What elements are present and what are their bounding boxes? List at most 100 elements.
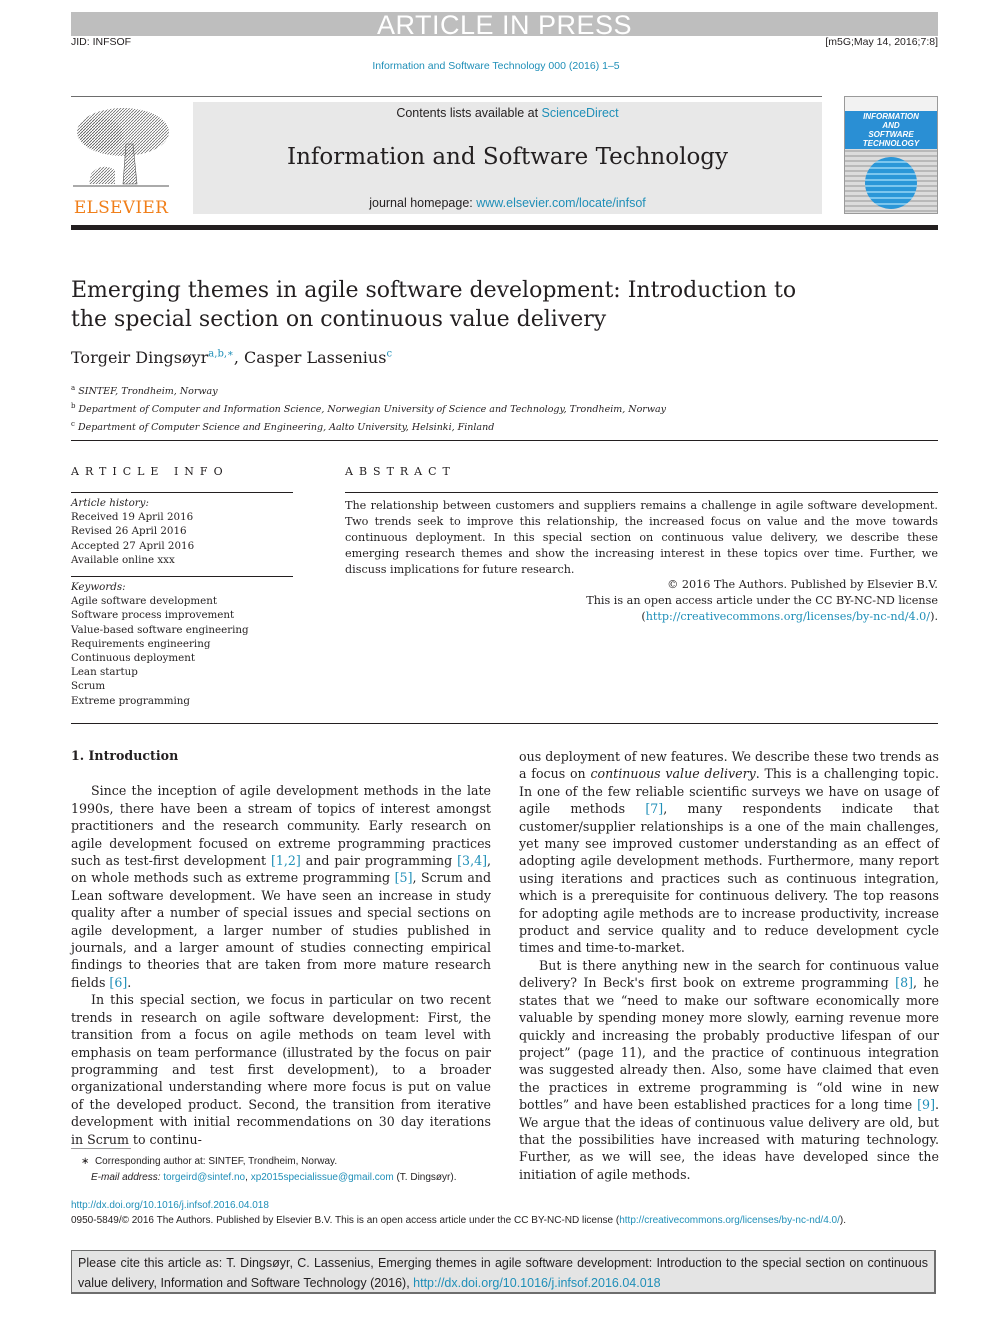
email-line: E-mail address: torgeird@sintef.no, xp20… [91, 1172, 457, 1183]
email-link[interactable]: xp2015specialissue@gmail.com [251, 1172, 394, 1183]
cover-line: SOFTWARE [868, 130, 914, 139]
body-paragraph: In this special section, we focus in par… [71, 992, 491, 1147]
footnote-rule [71, 1148, 131, 1149]
author-list: Torgeir Dingsøyra,b,∗, Casper Lasseniusc [71, 348, 392, 367]
affiliation-mark: a [71, 384, 76, 392]
divider [71, 723, 938, 724]
email-label: E-mail address: [91, 1172, 161, 1183]
cover-line: AND [882, 121, 900, 130]
affiliation-text: Department of Computer Science and Engin… [77, 422, 495, 434]
keyword-item: Continuous deployment [71, 652, 196, 665]
keyword-item: Lean startup [71, 666, 138, 679]
footnote-mark: ∗ [81, 1156, 90, 1167]
citation-ref-link[interactable]: [5] [395, 870, 413, 885]
masthead-top-rule [71, 96, 822, 97]
journal-homepage-link[interactable]: www.elsevier.com/locate/infsof [476, 196, 646, 210]
journal-id: JID: INFSOF [71, 36, 132, 48]
cover-line: TECHNOLOGY [862, 139, 920, 148]
doi-block: http://dx.doi.org/10.1016/j.infsof.2016.… [71, 1198, 938, 1228]
keywords-label: Keywords: [71, 581, 126, 593]
cover-line: INFORMATION [863, 112, 919, 121]
contents-line: Contents lists available at ScienceDirec… [193, 106, 822, 120]
body-column-right: ous deployment of new features. We descr… [519, 748, 939, 1183]
cover-title: INFORMATION AND SOFTWARE TECHNOLOGY [845, 111, 937, 149]
copyright-notice: © 2016 The Authors. Published by Elsevie… [586, 577, 938, 625]
affiliation-text: Department of Computer and Information S… [78, 404, 667, 416]
divider [71, 576, 293, 577]
masthead-bottom-rule [71, 225, 938, 230]
citation-ref-link[interactable]: [8] [895, 975, 913, 990]
affiliation-item: a SINTEF, Trondheim, Norway [71, 381, 666, 399]
homepage-line: journal homepage: www.elsevier.com/locat… [193, 196, 822, 210]
affiliation-list: a SINTEF, Trondheim, Norway b Department… [71, 381, 666, 435]
citation-ref-link[interactable]: [9] [917, 1097, 935, 1112]
contents-prefix: Contents lists available at [396, 106, 542, 120]
sciencedirect-link[interactable]: ScienceDirect [542, 106, 619, 120]
footnote: ∗ Corresponding author at: SINTEF, Trond… [71, 1154, 491, 1186]
citation-ref-link[interactable]: [6] [109, 975, 127, 990]
keywords: Keywords: Agile software development Sof… [71, 580, 249, 708]
license-link[interactable]: http://creativecommons.org/licenses/by-n… [646, 610, 930, 623]
keyword-item: Value-based software engineering [71, 623, 249, 636]
body-paragraph: But is there anything new in the search … [519, 957, 939, 1182]
history-item: Revised 26 April 2016 [71, 525, 187, 538]
author-name[interactable]: Torgeir Dingsøyr [71, 348, 208, 367]
corresponding-author-note: ∗ Corresponding author at: SINTEF, Trond… [71, 1154, 491, 1170]
citation-box: Please cite this article as: T. Dingsøyr… [71, 1250, 936, 1294]
license-link[interactable]: http://creativecommons.org/licenses/by-n… [619, 1215, 840, 1226]
history-label: Article history: [71, 497, 149, 509]
author-separator: , [233, 348, 244, 367]
license-link-line: (http://creativecommons.org/licenses/by-… [586, 609, 938, 625]
author-affiliation-marks[interactable]: c [386, 349, 392, 360]
copyright-line: © 2016 The Authors. Published by Elsevie… [667, 578, 938, 591]
paren: ). [839, 1215, 846, 1226]
author-affiliation-marks[interactable]: a,b,∗ [208, 349, 234, 360]
globe-icon [865, 157, 917, 209]
affiliation-item: c Department of Computer Science and Eng… [71, 417, 666, 435]
paren: ). [930, 610, 938, 623]
doi-link[interactable]: http://dx.doi.org/10.1016/j.infsof.2016.… [71, 1200, 269, 1211]
elsevier-tree-icon [73, 108, 169, 187]
cover-header [845, 97, 937, 111]
license-line: This is an open access article under the… [586, 594, 938, 607]
journal-reference-link[interactable]: Information and Software Technology 000 … [0, 60, 992, 72]
affiliation-text: SINTEF, Trondheim, Norway [78, 386, 218, 398]
emphasis: continuous value delivery [590, 766, 756, 782]
keyword-item: Requirements engineering [71, 637, 211, 650]
production-stamp: [m5G;May 14, 2016;7:8] [825, 36, 938, 48]
keyword-item: Scrum [71, 680, 106, 693]
body-column-left: 1. Introduction Since the inception of a… [71, 747, 491, 1148]
abstract-text: The relationship between customers and s… [345, 499, 938, 576]
keyword-item: Software process improvement [71, 609, 235, 622]
keyword-item: Agile software development [71, 595, 217, 608]
email-link[interactable]: torgeird@sintef.no [163, 1172, 245, 1183]
citation-doi-link[interactable]: http://dx.doi.org/10.1016/j.infsof.2016.… [413, 1276, 660, 1290]
affiliation-mark: b [71, 402, 76, 411]
issn-line: 0950-5849/© 2016 The Authors. Published … [71, 1215, 620, 1226]
citation-ref-link[interactable]: [7] [645, 801, 663, 816]
abstract-heading: ABSTRACT [345, 465, 456, 478]
article-title: Emerging themes in agile software develo… [71, 278, 797, 332]
body-paragraph: Since the inception of agile development… [71, 783, 492, 990]
section-heading: 1. Introduction [71, 748, 179, 763]
footnote-text: Corresponding author at: SINTEF, Trondhe… [94, 1156, 338, 1167]
history-item: Accepted 27 April 2016 [71, 539, 195, 552]
article-history: Article history: Received 19 April 2016 … [71, 496, 194, 567]
journal-cover-thumbnail[interactable]: INFORMATION AND SOFTWARE TECHNOLOGY [844, 96, 938, 214]
elsevier-logo[interactable]: ELSEVIER [71, 104, 171, 218]
homepage-prefix: journal homepage: [369, 196, 477, 210]
citation-ref-link[interactable]: [3,4] [457, 853, 487, 868]
history-item: Available online xxx [71, 553, 175, 566]
author-name[interactable]: Casper Lassenius [244, 348, 386, 367]
journal-masthead: Contents lists available at ScienceDirec… [193, 102, 822, 214]
body-paragraph: ous deployment of new features. We descr… [519, 749, 940, 956]
citation-ref-link[interactable]: [1,2] [271, 853, 301, 868]
history-item: Received 19 April 2016 [71, 511, 194, 524]
publisher-name: ELSEVIER [73, 198, 169, 218]
divider [71, 440, 938, 441]
article-info-heading: ARTICLE INFO [71, 465, 229, 478]
journal-title: Information and Software Technology [286, 144, 729, 170]
affiliation-mark: c [71, 420, 75, 429]
article-in-press-banner: ARTICLE IN PRESS [71, 12, 938, 39]
divider [345, 492, 938, 493]
